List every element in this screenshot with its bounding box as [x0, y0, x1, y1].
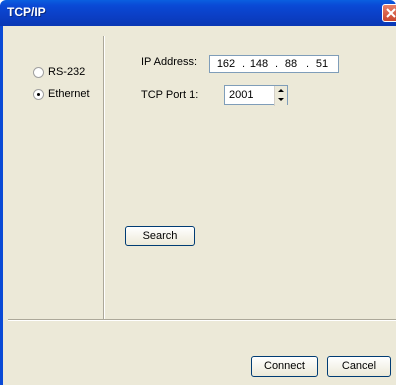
close-icon	[386, 8, 396, 18]
tcp-port-field[interactable]: 2001	[224, 85, 288, 106]
connect-button[interactable]: Connect	[251, 356, 318, 377]
search-button[interactable]: Search	[125, 226, 195, 246]
radio-rs232[interactable]: RS-232	[33, 66, 85, 78]
cancel-button[interactable]: Cancel	[327, 356, 391, 377]
title-bar[interactable]: TCP/IP	[0, 0, 396, 26]
horizontal-divider	[8, 319, 396, 321]
dialog-body	[0, 26, 396, 385]
spin-down-icon[interactable]	[275, 95, 287, 104]
close-button[interactable]	[382, 4, 396, 22]
ip-address-field[interactable]: 162 . 148 . 88 . 51	[209, 55, 339, 73]
vertical-divider	[103, 36, 105, 319]
tcp-port-label: TCP Port 1:	[141, 89, 199, 101]
ip-address-label: IP Address:	[141, 56, 198, 68]
tcp-port-value[interactable]: 2001	[229, 89, 253, 101]
radio-button-selected-icon	[33, 88, 44, 100]
spin-up-icon[interactable]	[275, 86, 287, 95]
ip-octet-4[interactable]: 51	[308, 58, 336, 70]
radio-button-icon	[33, 66, 44, 78]
radio-label-ethernet: Ethernet	[48, 88, 90, 100]
ip-octet-3[interactable]: 88	[277, 58, 305, 70]
ip-octet-2[interactable]: 148	[245, 58, 273, 70]
ip-octet-1[interactable]: 162	[212, 58, 240, 70]
port-spinner	[274, 86, 287, 106]
radio-label-rs232: RS-232	[48, 66, 86, 78]
radio-ethernet[interactable]: Ethernet	[33, 88, 90, 100]
tcpip-dialog: TCP/IP RS-232 Ethernet IP Address: 162 .…	[0, 0, 396, 385]
window-title: TCP/IP	[7, 5, 46, 19]
